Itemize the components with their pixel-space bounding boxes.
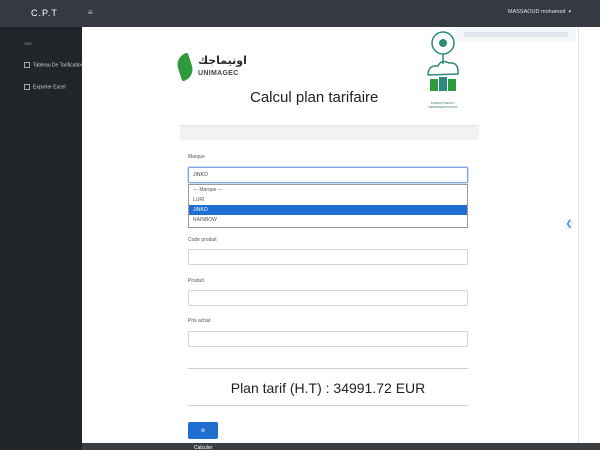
hamburger-icon[interactable]: ≡ xyxy=(88,8,93,17)
produit-label: Produit xyxy=(188,278,204,284)
user-menu[interactable]: MASSAOUD mohamed ▾ xyxy=(508,9,571,15)
cloud-network-icon xyxy=(427,31,459,91)
marque-option-selected[interactable]: JINKO xyxy=(189,205,467,215)
unimagec-logo: اونيماجك UNIMAGEC xyxy=(174,52,247,84)
sidebar-heading: Vue xyxy=(24,41,32,46)
marque-dropdown-list[interactable]: --- Marque --- LURI JINKO RAINBOW xyxy=(188,184,468,228)
partner-logo-caption: FORMAT DECIS / REPRESENTATIONS xyxy=(428,101,458,109)
leaf-icon xyxy=(174,52,196,82)
header-watermark xyxy=(456,28,576,42)
scroll-side-icon[interactable]: ❮ xyxy=(564,219,574,229)
logo-latin-text: UNIMAGEC xyxy=(198,70,239,77)
divider xyxy=(188,405,468,406)
top-navbar: C.P.T ≡ MASSAOUD mohamed ▾ xyxy=(0,0,600,27)
marque-option[interactable]: --- Marque --- xyxy=(189,185,467,195)
logo-arabic-text: اونيماجك xyxy=(198,54,247,67)
sidebar: Vue Tableau De Tarification Exporter Exc… xyxy=(0,27,84,450)
produit-input[interactable] xyxy=(188,290,468,306)
app-brand[interactable]: C.P.T xyxy=(31,8,58,18)
caret-down-icon: ▾ xyxy=(568,9,571,15)
prix-achat-label: Prix achat xyxy=(188,318,211,324)
export-icon xyxy=(24,84,30,90)
sidebar-item-tableau[interactable]: Tableau De Tarification xyxy=(24,62,84,68)
content-border xyxy=(578,27,579,443)
code-produit-input[interactable] xyxy=(188,249,468,265)
page-title: Calcul plan tarifaire xyxy=(250,89,379,106)
sidebar-item-label: Exporter Excel xyxy=(33,84,66,91)
marque-option[interactable]: RAINBOW xyxy=(189,215,467,225)
sidebar-item-label: Tableau De Tarification xyxy=(33,62,84,69)
divider xyxy=(188,368,468,369)
marque-label: Marque xyxy=(188,154,205,160)
marque-option[interactable]: LURI xyxy=(189,195,467,205)
sidebar-item-export[interactable]: Exporter Excel xyxy=(24,84,66,90)
calculer-button[interactable]: ⚙ Calculer xyxy=(188,422,218,451)
card-header xyxy=(180,125,479,140)
table-icon xyxy=(24,62,30,68)
code-produit-label: Code produit xyxy=(188,237,217,243)
bottom-bar xyxy=(82,443,600,450)
user-name: MASSAOUD mohamed xyxy=(508,9,566,15)
result-text: Plan tarif (H.T) : 34991.72 EUR xyxy=(230,380,426,396)
partner-logo: FORMAT DECIS / REPRESENTATIONS xyxy=(422,29,464,111)
prix-achat-input[interactable] xyxy=(188,331,468,347)
marque-select[interactable]: JINKO xyxy=(188,167,468,183)
